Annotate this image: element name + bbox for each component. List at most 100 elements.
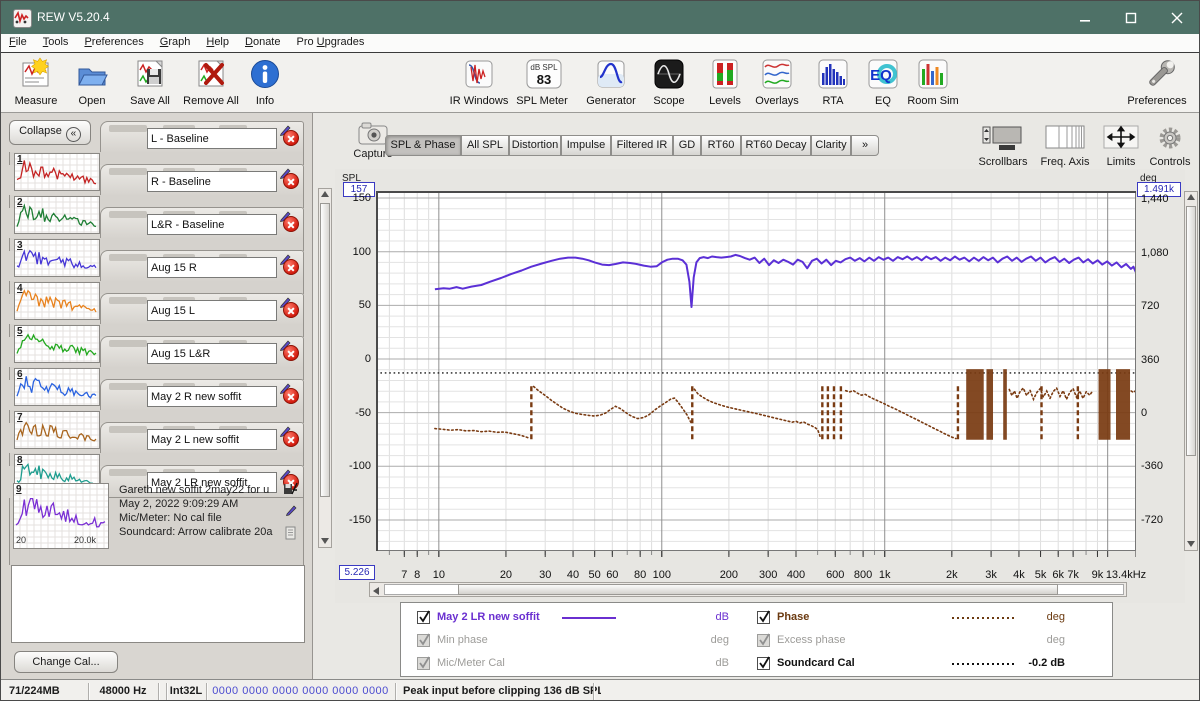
toolbar-button-measure[interactable]: Measure [4, 55, 68, 111]
delete-measurement-button-7[interactable] [283, 388, 299, 404]
graph-tab-impulse[interactable]: Impulse [561, 135, 611, 156]
graph-tab-gd[interactable]: GD [673, 135, 701, 156]
left-axis-tick: 50 [337, 299, 371, 311]
toolbar-button-info[interactable]: Info [233, 55, 297, 111]
toolbar-button-overlays[interactable]: Overlays [745, 55, 809, 111]
measurement-name-field-7[interactable] [147, 386, 277, 407]
measurement-thumbnail-5[interactable]: 5 [14, 325, 100, 363]
toolbar-button-save-all[interactable]: Save All [118, 55, 182, 111]
graph-vertical-scrollbar[interactable] [1184, 191, 1198, 551]
measurement-thumbnail-2[interactable]: 2 [14, 196, 100, 234]
edit-measurement-icon[interactable] [285, 504, 297, 519]
scroll-thumb[interactable] [320, 203, 330, 497]
measurement-name-field-2[interactable] [147, 171, 277, 192]
scroll-up-arrow[interactable] [1187, 194, 1195, 200]
measurement-thumbnail-9[interactable]: 92020.0k [13, 483, 109, 549]
legend-checkbox-min-phase[interactable] [417, 634, 430, 647]
save-measurement-icon[interactable] [284, 482, 298, 498]
graph-tab-all-spl[interactable]: All SPL [461, 135, 509, 156]
notes-icon[interactable] [285, 526, 297, 543]
right-axis-tick: 1,440 [1141, 193, 1185, 205]
scroll-down-arrow[interactable] [1187, 541, 1195, 547]
delete-measurement-button-1[interactable] [283, 130, 299, 146]
delete-measurement-button-5[interactable] [283, 302, 299, 318]
collapse-button[interactable]: Collapse « [9, 120, 91, 145]
collapse-button-label: Collapse [19, 125, 62, 137]
status-cell-1: 48000 Hz [88, 681, 158, 701]
legend-unit: deg [669, 634, 729, 646]
measurement-thumbnail-6[interactable]: 6 [14, 368, 100, 406]
graph-horizontal-scrollbar[interactable] [369, 582, 1127, 597]
measurement-name-field-6[interactable] [147, 343, 277, 364]
legend-unit: deg [1005, 634, 1065, 646]
graph-tool-scrollbars[interactable]: Scrollbars [969, 123, 1037, 169]
toolbar-button-open[interactable]: Open [60, 55, 124, 111]
graph-tab-rt60-decay[interactable]: RT60 Decay [741, 135, 811, 156]
menu-item-tools[interactable]: Tools [35, 34, 77, 53]
delete-measurement-button-2[interactable] [283, 173, 299, 189]
toolbar-button-preferences[interactable]: Preferences [1125, 55, 1189, 111]
scroll-thumb[interactable] [1186, 206, 1196, 456]
scroll-up-arrow[interactable] [321, 191, 329, 197]
graph-tab-filtered-ir[interactable]: Filtered IR [611, 135, 673, 156]
measurement-name-field-3[interactable] [147, 214, 277, 235]
legend-checkbox-phase[interactable] [757, 611, 770, 624]
graph-tab-rt60[interactable]: RT60 [701, 135, 741, 156]
spl-phase-plot[interactable] [376, 191, 1136, 565]
svg-text:dB SPL: dB SPL [530, 63, 558, 72]
graph-tab-clarity[interactable]: Clarity [811, 135, 851, 156]
tab-meta-text [109, 469, 147, 476]
toolbar-button-ir-windows[interactable]: IR Windows [447, 55, 511, 111]
toolbar-button-spl-meter[interactable]: dB SPL83SPL Meter [510, 55, 574, 111]
delete-measurement-button-4[interactable] [283, 259, 299, 275]
toolbar-button-scope[interactable]: Scope [637, 55, 701, 111]
menu-item-pro-upgrades[interactable]: Pro Upgrades [288, 34, 372, 53]
controls-icon [1157, 125, 1183, 154]
measurement-name-field-5[interactable] [147, 300, 277, 321]
legend-checkbox-excess-phase[interactable] [757, 634, 770, 647]
measurement-thumbnail-7[interactable]: 7 [14, 411, 100, 449]
right-axis-tick: 0 [1141, 407, 1185, 419]
measurement-name-field-8[interactable] [147, 429, 277, 450]
measurement-thumbnail-1[interactable]: 1 [14, 153, 100, 191]
graph-tool-controls[interactable]: Controls [1136, 123, 1200, 169]
trace-legend: May 2 LR new soffitdBMin phasedegMic/Met… [400, 602, 1113, 677]
toolbar-button-room-sim[interactable]: Room Sim [901, 55, 965, 111]
scroll-left-arrow[interactable] [373, 587, 379, 595]
menu-item-graph[interactable]: Graph [152, 34, 199, 53]
window-title: REW V5.20.4 [37, 10, 110, 24]
tab-meta-text [109, 168, 147, 175]
menu-item-donate[interactable]: Donate [237, 34, 288, 53]
delete-measurement-button-6[interactable] [283, 345, 299, 361]
delete-measurement-button-8[interactable] [283, 431, 299, 447]
legend-label: May 2 LR new soffit [437, 611, 540, 623]
legend-checkbox-soundcard-cal[interactable] [757, 657, 770, 670]
scroll-down-arrow[interactable] [321, 538, 329, 544]
menu-item-help[interactable]: Help [198, 34, 237, 53]
menu-item-preferences[interactable]: Preferences [76, 34, 151, 53]
measurement-thumbnail-4[interactable]: 4 [14, 282, 100, 320]
rta-icon [816, 57, 850, 91]
scroll-thumb[interactable] [458, 584, 1058, 595]
measurement-thumbnail-3[interactable]: 3 [14, 239, 100, 277]
measurement-notes-input[interactable] [11, 565, 305, 643]
toolbar-button-generator[interactable]: Generator [579, 55, 643, 111]
collapse-icon: « [66, 127, 81, 142]
minimize-button[interactable] [1063, 1, 1107, 34]
menu-item-file[interactable]: File [1, 34, 35, 53]
left-axis-tick: -50 [337, 407, 371, 419]
maximize-button[interactable] [1109, 1, 1153, 34]
freq-axis-min-value[interactable]: 5.226 [339, 565, 375, 580]
change-cal-button[interactable]: Change Cal... [14, 651, 118, 673]
delete-measurement-button-3[interactable] [283, 216, 299, 232]
legend-checkbox-mic-meter-cal[interactable] [417, 657, 430, 670]
measurement-name-field-4[interactable] [147, 257, 277, 278]
measurement-list-scrollbar[interactable] [318, 188, 332, 548]
close-button[interactable] [1155, 1, 1199, 34]
graph-tab-distortion[interactable]: Distortion [509, 135, 561, 156]
measurement-name-field-1[interactable] [147, 128, 277, 149]
graph-tab--[interactable]: » [851, 135, 879, 156]
legend-checkbox-may-2-lr-new-soffit[interactable] [417, 611, 430, 624]
legend-unit: deg [1005, 611, 1065, 623]
graph-tab-spl-phase[interactable]: SPL & Phase [385, 135, 461, 156]
